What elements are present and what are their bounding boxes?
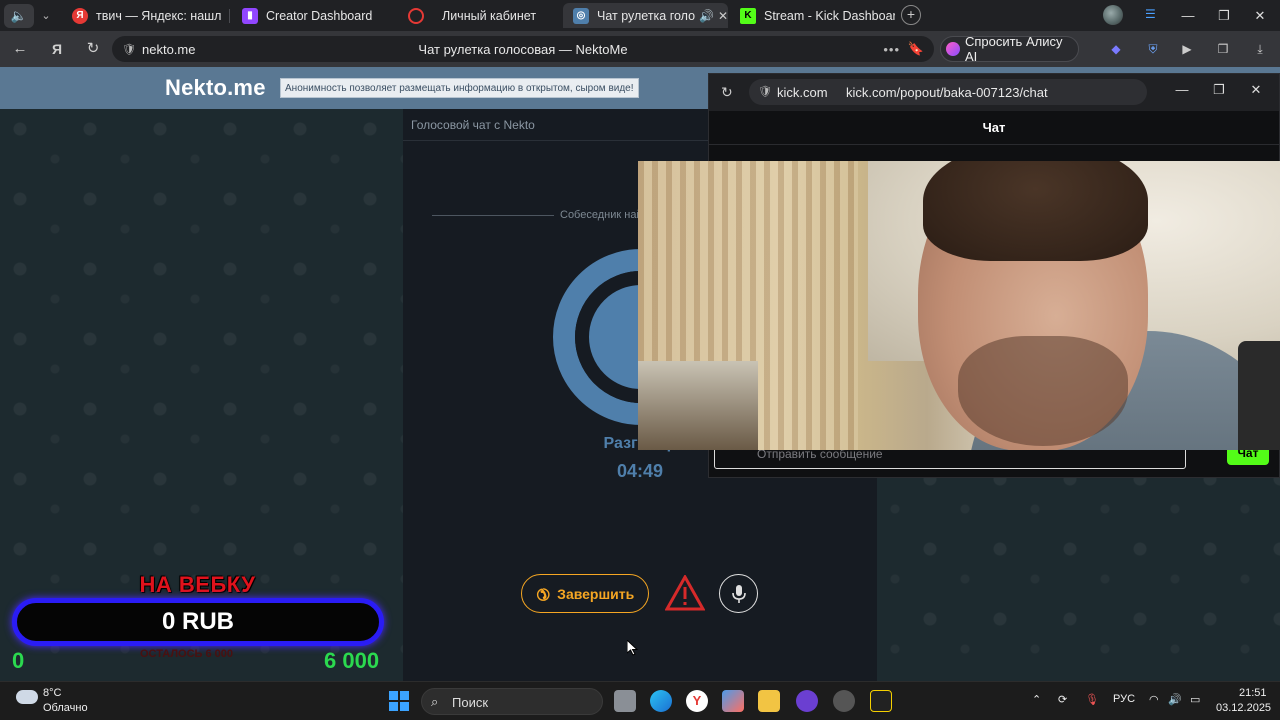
chevron-down-icon[interactable]: ⌄ — [34, 4, 58, 28]
cloud-icon[interactable] — [16, 690, 38, 704]
kick-icon: K — [740, 7, 756, 24]
ask-alice-button[interactable]: Спросить Алису AI — [940, 34, 1079, 64]
alice-icon — [946, 42, 960, 56]
goal-remaining: ОСТАЛОСЬ 6 000 — [140, 648, 234, 660]
popout-url-bar[interactable]: 🛡 kick.com kick.com/popout/baka-007123/c… — [749, 79, 1147, 105]
address-toolbar: ← Я ↻ 🛡 nekto.me Чат рулетка голосовая —… — [0, 31, 1280, 67]
app-icon-burst[interactable] — [870, 690, 892, 712]
studio-microphone — [1238, 341, 1280, 450]
vpn-shield-icon[interactable]: ⛨ — [1145, 41, 1161, 57]
browser-tabbar: 🔈 ⌄ Я твич — Яндекс: нашлось ▮ Creator D… — [0, 0, 1280, 31]
close-button[interactable]: ✕ — [1242, 0, 1278, 31]
donation-progress-bar: 0 RUB — [12, 598, 384, 646]
reload-icon[interactable]: ↻ — [83, 39, 103, 59]
profile-avatar[interactable] — [1103, 5, 1123, 25]
speaker-icon[interactable]: 🔈 — [4, 3, 34, 28]
tab-kick-dashboard[interactable]: K Stream - Kick Dashboard — [730, 3, 895, 28]
tab-close-icon[interactable]: ✕ — [718, 9, 728, 23]
search-icon: ⌕ — [431, 694, 439, 709]
menu-icon[interactable]: ☰ — [1145, 7, 1159, 21]
yandex-icon: Я — [72, 7, 88, 24]
windows-start-icon[interactable] — [389, 691, 409, 711]
twitch-icon: ▮ — [242, 7, 258, 24]
shield-icon: 🛡 — [758, 86, 772, 98]
audio-playing-icon[interactable]: 🔊 — [699, 9, 714, 23]
nekto-icon: ◎ — [573, 7, 589, 24]
minimize-button[interactable]: — — [1172, 82, 1192, 97]
weather-description[interactable]: Облачно — [43, 702, 88, 714]
shelf — [638, 361, 758, 450]
microphone-icon — [731, 584, 746, 603]
back-arrow-icon[interactable]: ← — [10, 39, 30, 59]
more-dots-icon[interactable]: ••• — [883, 42, 900, 57]
show-hidden-icons-chevron-icon[interactable]: ⌃ — [1032, 693, 1041, 706]
end-call-button[interactable]: ✆ Завершить — [521, 574, 649, 613]
person-beard — [958, 336, 1128, 446]
opera-ring-icon — [408, 7, 424, 24]
reload-icon[interactable]: ↻ — [721, 84, 733, 101]
download-icon[interactable]: ⤓ — [1252, 41, 1268, 57]
microphone-button[interactable] — [719, 574, 758, 613]
taskbar: 8°C Облачно ⌕ Поиск Y ⌃ ⟳ 🎙 РУС ◠ 🔊 ▭ 21… — [0, 681, 1280, 720]
taskbar-search[interactable]: ⌕ Поиск — [421, 688, 603, 715]
phone-hangup-icon: ✆ — [531, 582, 553, 604]
tab-nekto-chat[interactable]: ◎ Чат рулетка голосов 🔊 ✕ — [563, 3, 728, 28]
chat-title: Чат — [709, 111, 1279, 145]
tab-yandex-search[interactable]: Я твич — Яндекс: нашлось — [62, 3, 222, 28]
sync-icon[interactable]: ⟳ — [1058, 693, 1067, 706]
tab-creator-dashboard[interactable]: ▮ Creator Dashboard — [232, 3, 392, 28]
page-title: Чат рулетка голосовая — NektoMe — [418, 41, 628, 57]
file-explorer-icon[interactable] — [758, 690, 780, 712]
new-tab-button[interactable]: + — [901, 5, 921, 25]
play-extension-icon[interactable]: ▶ — [1179, 41, 1195, 57]
collections-icon[interactable]: ❒ — [1215, 41, 1231, 57]
app-icon[interactable] — [833, 690, 855, 712]
edge-browser-icon[interactable] — [650, 690, 672, 712]
donation-goal-title: НА ВЕБКУ — [139, 572, 256, 597]
obs-alice-icon[interactable] — [796, 690, 818, 712]
goal-min: 0 — [12, 648, 25, 673]
yandex-browser-icon[interactable]: Y — [686, 690, 708, 712]
partner-found-status: Собеседник най — [432, 209, 643, 221]
tab-separator — [229, 9, 230, 23]
divider — [432, 214, 554, 216]
clock-time[interactable]: 21:51 — [1239, 687, 1267, 699]
webcam-feed — [638, 161, 1280, 450]
battery-icon[interactable]: ▭ — [1190, 693, 1200, 706]
volume-icon[interactable]: 🔊 — [1168, 693, 1182, 706]
wifi-icon[interactable]: ◠ — [1149, 693, 1159, 706]
task-view-icon[interactable] — [614, 690, 636, 712]
maximize-button[interactable]: ❐ — [1209, 82, 1229, 98]
person-hair — [923, 161, 1148, 261]
url-bar[interactable]: 🛡 nekto.me Чат рулетка голосовая — Nekto… — [112, 36, 934, 62]
site-logo[interactable]: Nekto.me — [165, 75, 266, 101]
minimize-button[interactable]: — — [1170, 0, 1206, 31]
donation-amount: 0 RUB — [161, 608, 234, 635]
gamepad-extension-icon[interactable]: ◆ — [1108, 41, 1124, 57]
input-language[interactable]: РУС — [1113, 693, 1135, 705]
mouse-cursor-icon — [627, 640, 639, 656]
clock-date[interactable]: 03.12.2025 — [1216, 702, 1271, 714]
weather-temperature[interactable]: 8°C — [43, 687, 61, 699]
report-warning-icon[interactable] — [665, 575, 705, 611]
maximize-button[interactable]: ❐ — [1206, 0, 1242, 31]
panel-title: Голосовой чат с Nekto — [411, 118, 535, 132]
popout-titlebar: ↻ 🛡 kick.com kick.com/popout/baka-007123… — [709, 74, 1279, 111]
microphone-icon[interactable]: 🎙 — [1085, 693, 1099, 706]
anonymity-notice: Анонимность позволяет размещать информац… — [280, 78, 639, 98]
tab-personal-account[interactable]: Личный кабинет — [398, 3, 558, 28]
store-icon[interactable] — [722, 690, 744, 712]
goal-max: 6 000 — [324, 648, 380, 673]
bookmark-icon[interactable]: 🔖 — [908, 41, 924, 57]
close-button[interactable]: ✕ — [1246, 82, 1266, 98]
yandex-home-icon[interactable]: Я — [47, 39, 67, 59]
